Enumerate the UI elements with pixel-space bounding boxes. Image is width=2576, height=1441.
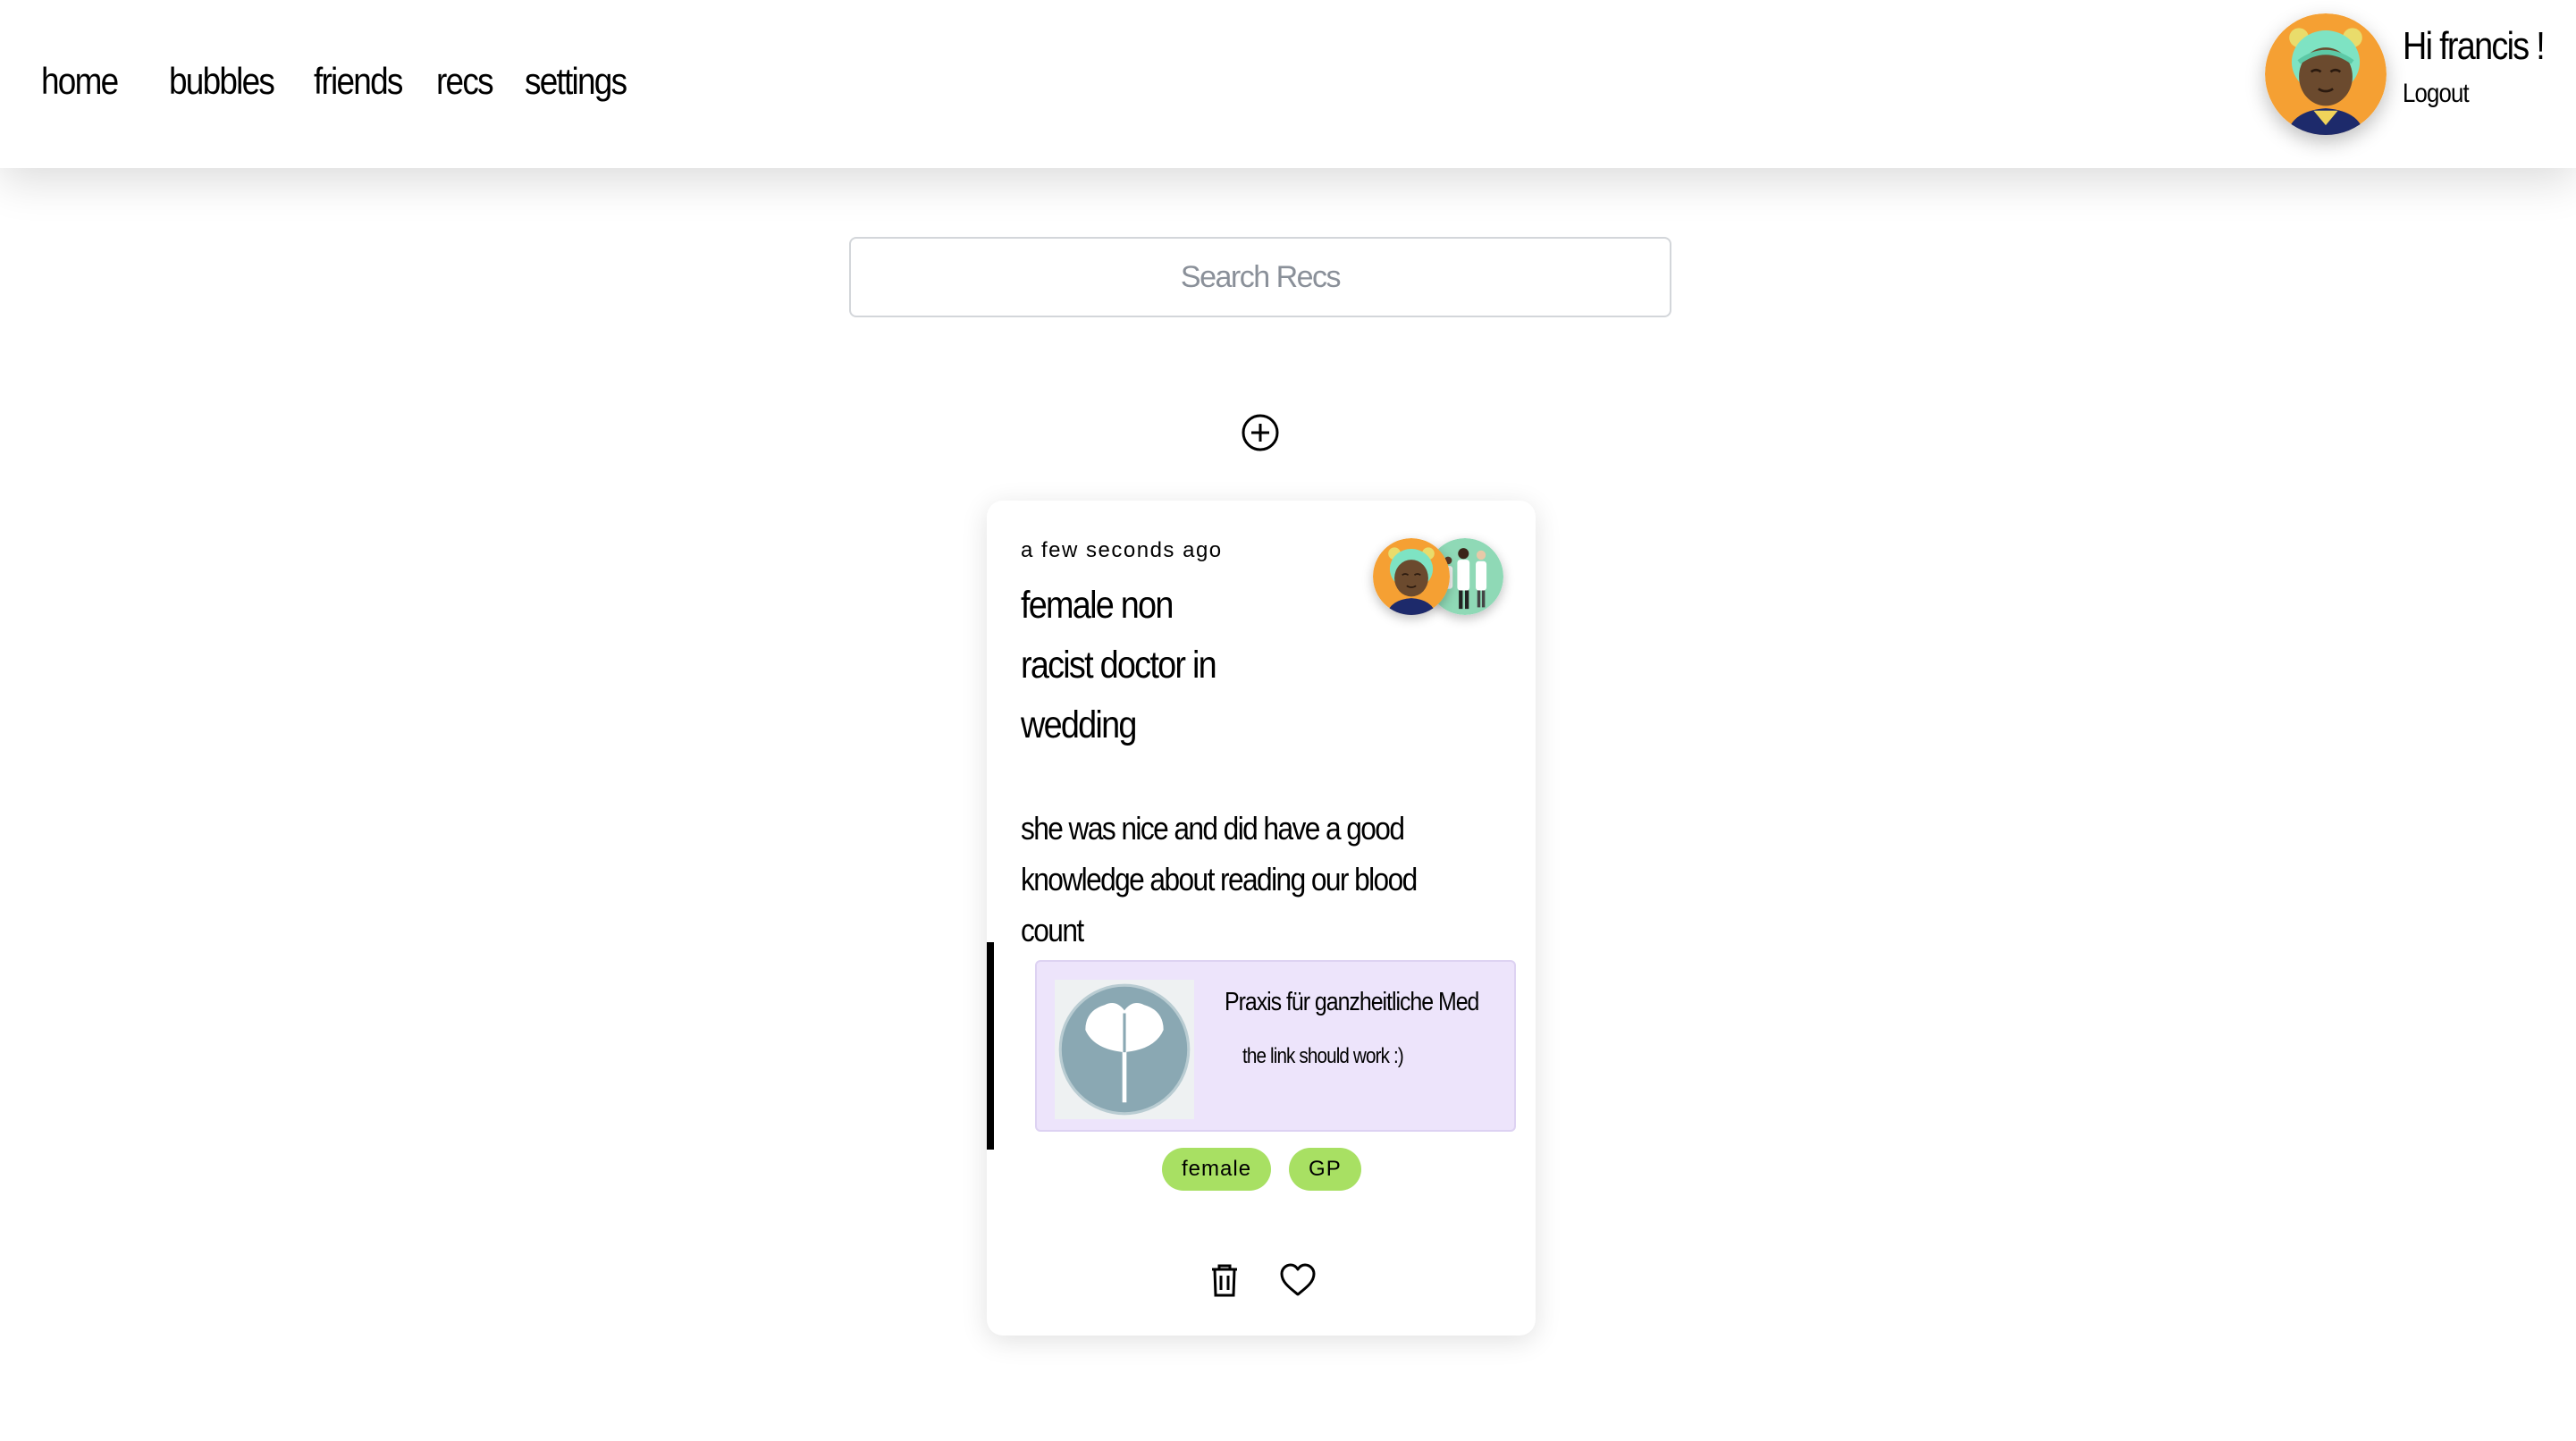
rec-card: a few seconds ago female non racist doct… xyxy=(987,501,1536,1336)
delete-button[interactable] xyxy=(1205,1260,1244,1300)
plus-circle-icon xyxy=(1242,414,1279,451)
logout-link[interactable]: Logout xyxy=(2403,80,2470,107)
avatar-bear-hood-icon xyxy=(2265,13,2387,135)
add-rec-button[interactable] xyxy=(1241,413,1280,452)
rec-title: female non racist doctor in wedding xyxy=(1021,584,1217,746)
link-accent-bar xyxy=(987,942,994,1150)
heart-icon xyxy=(1280,1263,1316,1296)
tag-list: female GP xyxy=(1162,1148,1379,1191)
trash-icon xyxy=(1212,1264,1237,1297)
tag-gp[interactable]: GP xyxy=(1289,1148,1361,1191)
main-nav: home bubbles friends recs settings xyxy=(41,63,641,100)
avatar-bear-hood-icon xyxy=(1373,538,1450,615)
nav-settings-link[interactable]: settings xyxy=(525,63,627,100)
search-recs-input[interactable] xyxy=(849,237,1671,317)
like-button[interactable] xyxy=(1278,1260,1317,1300)
tag-female[interactable]: female xyxy=(1162,1148,1272,1191)
user-avatar[interactable] xyxy=(2265,13,2387,135)
rec-timestamp: a few seconds ago xyxy=(1021,538,1223,562)
link-description: the link should work :) xyxy=(1242,1044,1404,1068)
author-avatar[interactable] xyxy=(1373,538,1450,615)
link-preview[interactable]: Praxis für ganzheitliche Medi… the link … xyxy=(1035,960,1516,1132)
top-nav-bar: home bubbles friends recs settings Hi fr… xyxy=(0,0,2576,168)
link-thumbnail xyxy=(1055,980,1194,1119)
nav-recs-link[interactable]: recs xyxy=(436,63,494,100)
nav-bubbles-link[interactable]: bubbles xyxy=(169,63,275,100)
ginkgo-leaf-logo-icon xyxy=(1055,980,1194,1119)
nav-home-link[interactable]: home xyxy=(41,63,133,100)
user-greeting: Hi francis ! xyxy=(2403,24,2546,68)
rec-avatar-group xyxy=(1373,538,1507,619)
rec-description: she was nice and did have a good knowled… xyxy=(1021,810,1418,948)
link-title: Praxis für ganzheitliche Medi… xyxy=(1225,988,1478,1016)
nav-friends-link[interactable]: friends xyxy=(314,63,403,100)
